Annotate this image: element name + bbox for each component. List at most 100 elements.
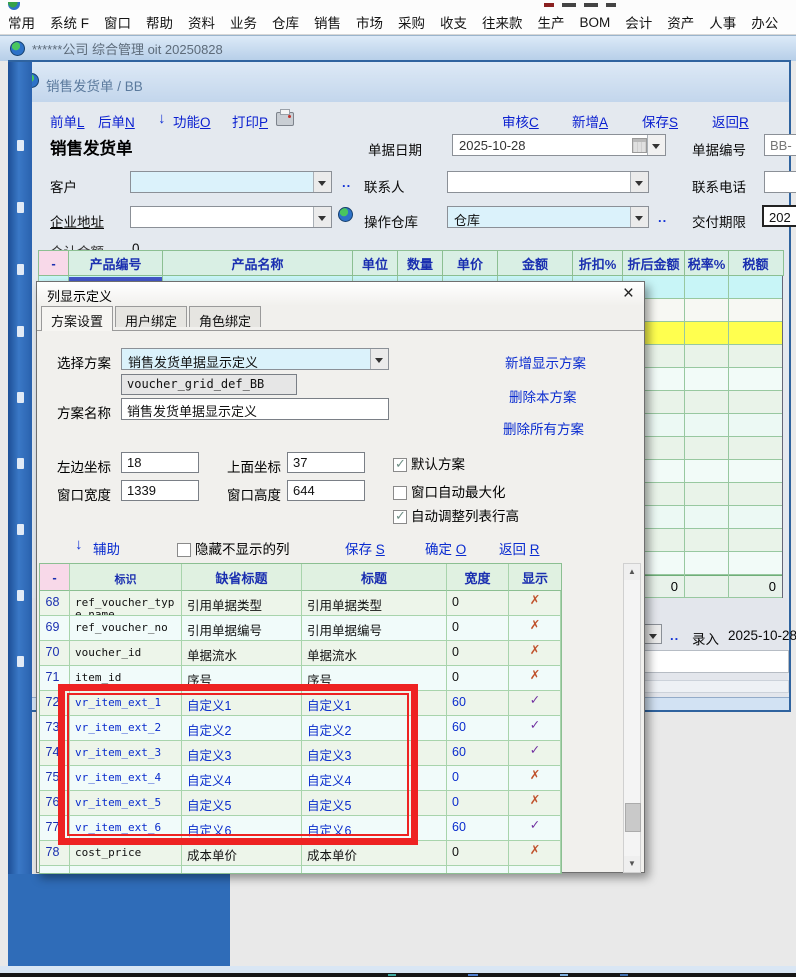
- visibility-check-icon[interactable]: ✓: [509, 741, 561, 766]
- menu-item[interactable]: 会计: [625, 12, 652, 32]
- visibility-check-icon[interactable]: ✓: [509, 716, 561, 741]
- visibility-cross-icon[interactable]: ✗: [509, 591, 561, 616]
- column-header[interactable]: 金额: [498, 251, 573, 275]
- column-header[interactable]: 显示: [509, 564, 561, 591]
- column-header[interactable]: 产品编号: [69, 251, 163, 275]
- dropdown-arrow[interactable]: [645, 625, 661, 643]
- functions-button[interactable]: 功能O: [173, 111, 211, 131]
- menu-item[interactable]: 窗口: [104, 12, 131, 32]
- tab-role-binding[interactable]: 角色绑定: [189, 306, 262, 329]
- add-new-button[interactable]: 新增A: [572, 111, 608, 131]
- return-button[interactable]: 返回R: [712, 111, 749, 131]
- column-header[interactable]: 标题: [302, 564, 447, 591]
- column-header[interactable]: 单价: [443, 251, 498, 275]
- menu-item[interactable]: BOM: [580, 15, 611, 30]
- address-combo[interactable]: [130, 206, 332, 228]
- column-header[interactable]: 税额: [729, 251, 782, 275]
- prev-voucher-button[interactable]: 前单L: [50, 111, 85, 131]
- printer-icon[interactable]: [276, 109, 294, 126]
- visibility-cross-icon[interactable]: ✗: [509, 641, 561, 666]
- checkbox-unchecked-icon[interactable]: [393, 486, 407, 500]
- checkbox-unchecked-icon[interactable]: [177, 543, 191, 557]
- menu-item[interactable]: 帮助: [146, 12, 173, 32]
- scheme-name-input[interactable]: 销售发货单据显示定义: [121, 398, 389, 420]
- next-voucher-button[interactable]: 后单N: [98, 111, 135, 131]
- menu-item[interactable]: 系统 F: [50, 12, 89, 32]
- visibility-check-icon[interactable]: ✓: [509, 816, 561, 841]
- checkbox-checked-icon[interactable]: [393, 456, 407, 472]
- menu-item[interactable]: 常用: [8, 12, 35, 32]
- dropdown-arrow[interactable]: [313, 207, 331, 227]
- deadline-input[interactable]: 202: [762, 205, 796, 227]
- footer-combo[interactable]: [644, 624, 662, 644]
- auto-maximize-checkbox[interactable]: 窗口自动最大化: [393, 481, 506, 501]
- tab-scheme-settings[interactable]: 方案设置: [41, 306, 114, 331]
- address-label[interactable]: 企业地址: [50, 211, 104, 231]
- menu-item[interactable]: 市场: [356, 12, 383, 32]
- add-scheme-link[interactable]: 新增显示方案: [505, 352, 586, 372]
- scheme-code-field[interactable]: voucher_grid_def_BB: [121, 374, 297, 395]
- menu-item[interactable]: 仓库: [272, 12, 299, 32]
- map-globe-icon[interactable]: [338, 207, 353, 222]
- save-button[interactable]: 保存S: [642, 111, 678, 131]
- dialog-return-button[interactable]: 返回 R: [499, 538, 540, 558]
- menu-item[interactable]: 人事: [709, 12, 736, 32]
- menu-item[interactable]: 办公: [751, 12, 778, 32]
- hide-columns-checkbox[interactable]: 隐藏不显示的列: [177, 538, 290, 558]
- grid-corner-cell[interactable]: -: [39, 251, 69, 275]
- table-row[interactable]: 70 voucher_id 单据流水 单据流水 0 ✗: [40, 641, 561, 666]
- side-panel-strip[interactable]: [8, 62, 32, 874]
- contact-combo[interactable]: [447, 171, 649, 193]
- top-coord-input[interactable]: 37: [287, 452, 365, 473]
- voucher-no-input[interactable]: BB-: [764, 134, 796, 156]
- dropdown-arrow[interactable]: [313, 172, 331, 192]
- column-header[interactable]: 折后金额: [623, 251, 685, 275]
- helper-button[interactable]: 辅助: [93, 538, 120, 558]
- scrollbar-thumb[interactable]: [625, 803, 641, 832]
- visibility-check-icon[interactable]: ✓: [509, 691, 561, 716]
- tab-user-binding[interactable]: 用户绑定: [115, 306, 188, 329]
- customer-lookup-dots[interactable]: ..: [342, 175, 351, 190]
- footer-input[interactable]: [638, 650, 789, 673]
- menu-item[interactable]: 业务: [230, 12, 257, 32]
- corner-cell[interactable]: -: [40, 564, 70, 591]
- dialog-ok-button[interactable]: 确定 O: [425, 538, 466, 558]
- menu-item[interactable]: 采购: [398, 12, 425, 32]
- footer-lookup-dots[interactable]: ..: [670, 628, 679, 643]
- menu-item[interactable]: 资产: [667, 12, 694, 32]
- visibility-cross-icon[interactable]: ✗: [509, 616, 561, 641]
- window-width-input[interactable]: 1339: [121, 480, 199, 501]
- column-header[interactable]: 标识: [70, 564, 182, 591]
- column-header[interactable]: 产品名称: [163, 251, 353, 275]
- customer-combo[interactable]: [130, 171, 332, 193]
- column-header[interactable]: 宽度: [447, 564, 509, 591]
- checkbox-checked-icon[interactable]: [393, 508, 407, 524]
- menu-item[interactable]: 资料: [188, 12, 215, 32]
- column-header[interactable]: 单位: [353, 251, 398, 275]
- dropdown-arrow[interactable]: [630, 172, 648, 192]
- visibility-cross-icon[interactable]: ✗: [509, 766, 561, 791]
- left-coord-input[interactable]: 18: [121, 452, 199, 473]
- column-header[interactable]: 数量: [398, 251, 443, 275]
- delete-all-schemes-link[interactable]: 删除所有方案: [503, 418, 584, 438]
- phone-input[interactable]: [764, 171, 796, 193]
- column-header[interactable]: 折扣%: [573, 251, 623, 275]
- warehouse-combo[interactable]: 仓库: [447, 206, 649, 228]
- visibility-cross-icon[interactable]: ✗: [509, 791, 561, 816]
- menu-item[interactable]: 收支: [440, 12, 467, 32]
- table-row[interactable]: 68 ref_voucher_type_name 引用单据类型 引用单据类型 0 ✗: [40, 591, 561, 616]
- column-header[interactable]: 税率%: [685, 251, 729, 275]
- column-header[interactable]: 缺省标题: [182, 564, 302, 591]
- visibility-cross-icon[interactable]: ✗: [509, 841, 561, 866]
- menu-item[interactable]: 销售: [314, 12, 341, 32]
- scroll-down-icon[interactable]: ▼: [624, 856, 640, 872]
- dialog-save-button[interactable]: 保存 S: [345, 538, 385, 558]
- scheme-select-combo[interactable]: 销售发货单据显示定义: [121, 348, 389, 370]
- dropdown-arrow[interactable]: [630, 207, 648, 227]
- dropdown-arrow[interactable]: [370, 349, 388, 369]
- table-scrollbar[interactable]: ▲ ▼: [623, 563, 641, 873]
- visibility-cross-icon[interactable]: ✗: [509, 666, 561, 691]
- scroll-up-icon[interactable]: ▲: [624, 564, 640, 580]
- delete-scheme-link[interactable]: 删除本方案: [509, 386, 577, 406]
- default-scheme-checkbox[interactable]: 默认方案: [393, 453, 465, 473]
